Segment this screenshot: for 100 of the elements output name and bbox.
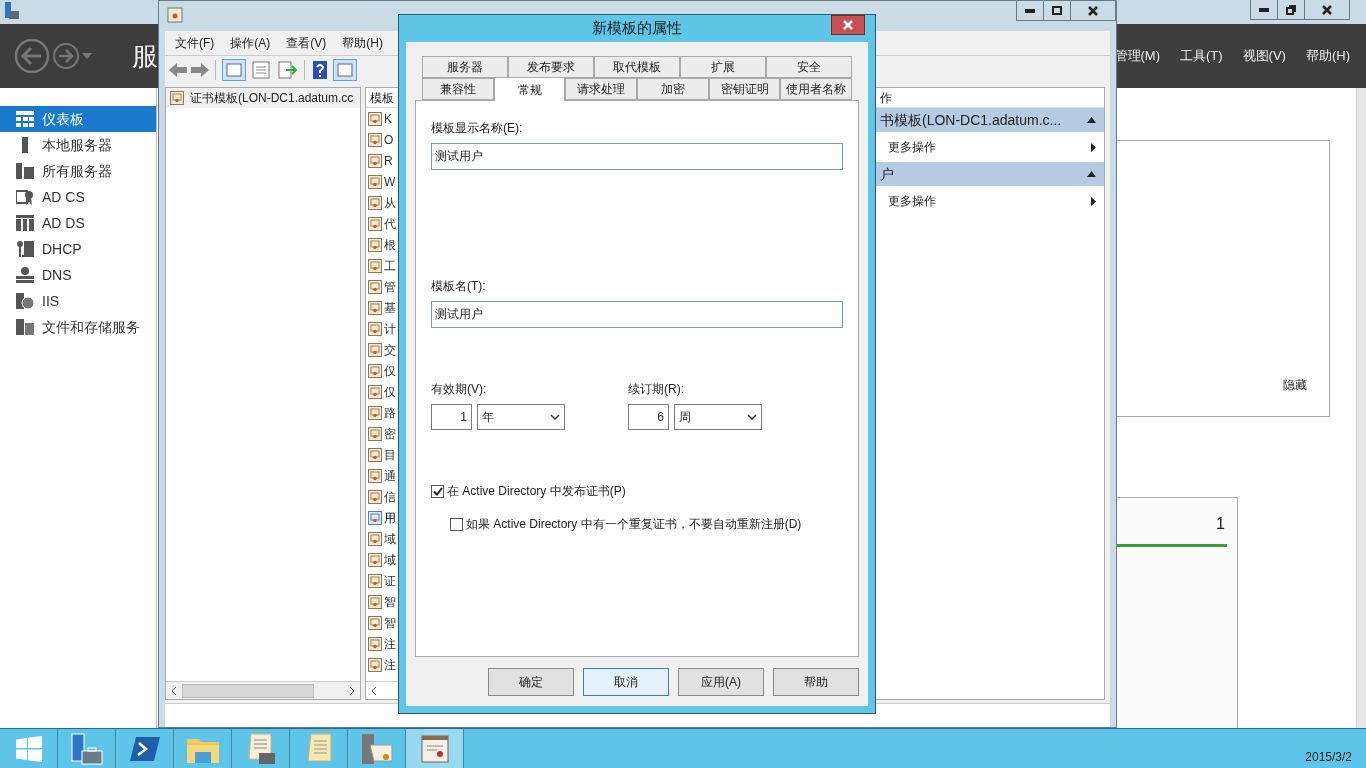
chevron-down-icon [550,414,560,420]
maximize-icon [1052,6,1062,15]
sidebar-item[interactable]: 仪表板 [0,106,156,132]
template-name[interactable]: K [384,109,392,128]
unit-dropdown[interactable]: 年 [477,404,565,430]
template-name[interactable]: 目 [384,445,396,464]
template-name[interactable]: 密 [384,424,396,443]
template-name[interactable]: 通 [384,466,396,485]
template-name[interactable]: W [384,172,396,191]
sidebar-item[interactable]: DNS [0,262,156,288]
export-list-icon[interactable] [276,59,298,80]
tab[interactable]: 加密 [637,78,709,100]
server-toolbox-icon [69,732,104,765]
template-name[interactable]: 信 [384,487,396,506]
sidebar-item[interactable]: AD DS [0,210,156,236]
template-name[interactable]: 智 [384,592,396,611]
file-server-icon [16,319,34,335]
menu-item[interactable]: 查看(V) [286,34,327,52]
minimize-icon [1259,7,1269,12]
menu-item[interactable]: 文件(F) [175,34,215,52]
dialog-button[interactable]: 取消 [583,668,669,696]
template-name[interactable]: 交 [384,340,396,359]
template-name[interactable]: 计 [384,319,396,338]
tab[interactable]: 安全 [766,56,852,78]
template-name[interactable]: 仅 [384,361,396,380]
field-label: 有效期(V): [431,381,488,398]
period-number-field[interactable]: 6 [628,404,669,430]
servers-icon [16,163,34,179]
server-certificate-icon [359,732,394,765]
template-name[interactable]: 管 [384,277,396,296]
tab[interactable]: 请求处理 [565,78,637,100]
sidebar-item[interactable]: DHCP [0,236,156,262]
template-name[interactable]: R [384,151,393,170]
taskbar-button[interactable] [406,729,464,768]
dialog-button[interactable]: 帮助 [773,668,859,696]
template-name[interactable]: 仅 [384,382,396,401]
tab[interactable]: 常规 [493,77,566,101]
scrollbar-thumb[interactable] [182,683,314,698]
template-name[interactable]: 基 [384,298,396,317]
template-name[interactable]: 注 [384,634,396,653]
tab[interactable]: 密钥证明 [708,78,781,100]
template-name[interactable]: 根 [384,235,396,254]
sidebar-item[interactable]: AD CS [0,184,156,210]
sidebar-item[interactable]: IIS [0,288,156,314]
dialog-button[interactable]: 应用(A) [678,668,764,696]
unit-dropdown[interactable]: 周 [674,404,762,430]
back-arrow-icon[interactable] [169,62,187,77]
tab[interactable]: 发布要求 [508,56,594,78]
dialog-button[interactable]: 确定 [488,668,574,696]
certificate-icon [420,734,449,763]
tree-item[interactable]: 证书模板(LON-DC1.adatum.cc [166,88,360,108]
template-name-field[interactable]: 测试用户 [431,301,843,328]
hide-link[interactable]: 隐藏 [1283,376,1307,394]
template-name[interactable]: 智 [384,613,396,632]
tab[interactable]: 使用者名称 [780,78,853,100]
menu-item[interactable]: 帮助(H) [1305,46,1350,66]
close-button[interactable] [831,15,865,35]
scrollbar[interactable] [1356,88,1366,728]
template-name[interactable]: O [384,130,394,149]
template-name[interactable]: 从 [384,193,396,212]
show-tree-icon[interactable] [222,58,246,81]
tab[interactable]: 取代模板 [594,56,680,78]
checkbox[interactable] [450,517,463,531]
template-name[interactable]: 注 [384,655,396,674]
help-icon[interactable] [311,59,329,80]
template-name[interactable]: 域 [384,529,396,548]
sidebar-item[interactable]: 文件和存储服务 [0,314,156,340]
menu-item[interactable]: 工具(T) [1180,46,1223,66]
field-label: 续订期(R): [628,381,685,398]
properties-icon[interactable] [250,59,272,80]
template-name[interactable]: 代 [384,214,396,233]
tab[interactable]: 服务器 [422,56,508,78]
template-name[interactable]: 域 [384,550,396,569]
template-name[interactable]: 工 [384,256,396,275]
checkbox[interactable] [431,484,444,498]
menu-item[interactable]: 操作(A) [230,34,271,52]
tab[interactable]: 兼容性 [422,78,494,100]
forward-arrow-icon[interactable] [191,62,209,77]
display-name-field[interactable]: 测试用户 [431,143,843,170]
menu-item[interactable]: 视图(V) [1242,46,1286,66]
scroll-icon [304,732,333,765]
field-label: 模板显示名称(E): [431,120,524,137]
web-server-icon [16,293,34,309]
checkbox-label: 在 Active Directory 中发布证书(P) [447,483,626,500]
sidebar-item[interactable]: 所有服务器 [0,158,156,184]
clock-date[interactable]: 2015/3/2 [1305,748,1352,766]
submenu-arrow-icon [1091,196,1096,206]
template-name[interactable]: 证 [384,571,396,590]
period-number-field[interactable]: 1 [431,404,472,430]
template-name[interactable]: 路 [384,403,396,422]
submenu-arrow-icon [1091,142,1096,152]
dropdown-caret-icon[interactable] [82,53,92,59]
sidebar-item[interactable]: 本地服务器 [0,132,156,158]
tile-count: 1 [1216,514,1225,534]
server-manager-icon [4,2,20,20]
menu-item[interactable]: 帮助(H) [342,34,383,52]
chevron-down-icon [747,414,757,420]
template-name[interactable]: 用 [384,508,396,527]
tab[interactable]: 扩展 [680,56,766,78]
console-icon [167,7,183,23]
